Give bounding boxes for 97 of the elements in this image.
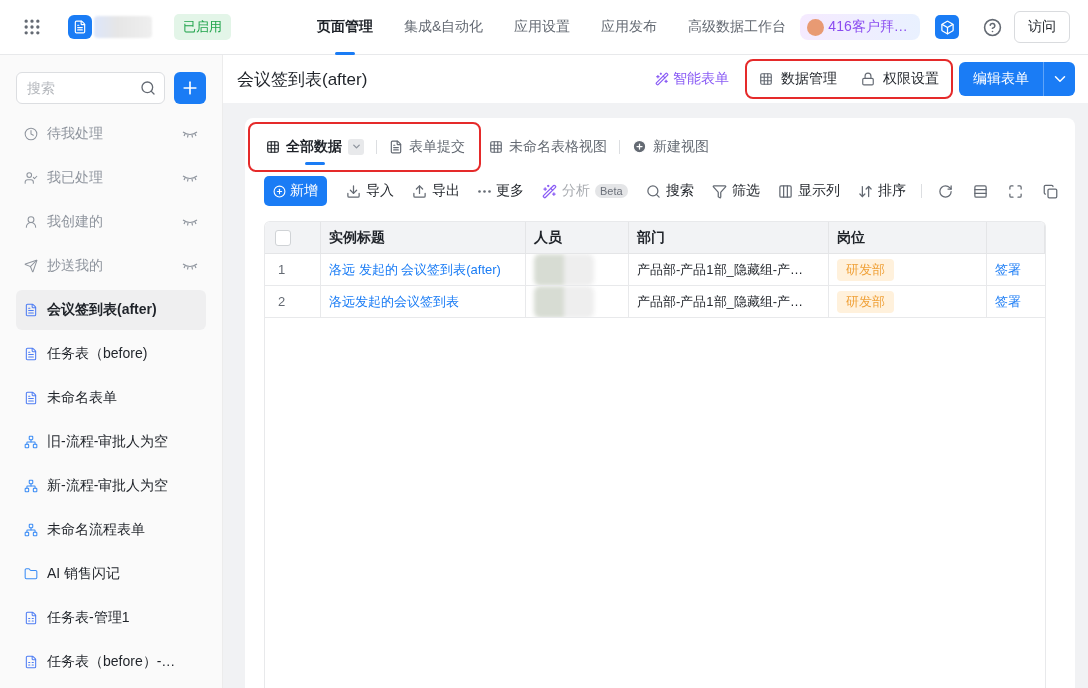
nav-tab[interactable]: 应用发布 [601, 0, 658, 55]
filter-icon [711, 183, 727, 199]
row-number: 1 [278, 262, 286, 277]
sidebar-item[interactable]: 会议签到表(after) [16, 290, 206, 330]
view-tab[interactable]: 未命名表格视图 [481, 126, 615, 167]
header-action-button[interactable]: 权限设置 [849, 61, 951, 97]
select-all-checkbox[interactable] [275, 229, 291, 246]
edit-form-button[interactable]: 编辑表单 [959, 62, 1043, 96]
avatar [807, 18, 825, 36]
toolbar-button[interactable]: 导入 [339, 176, 401, 206]
search-icon [140, 80, 156, 96]
download-icon [346, 183, 361, 199]
workspace-badge[interactable]: 416客户拜… [800, 14, 920, 40]
nav-tab[interactable]: 应用设置 [514, 0, 571, 55]
magic-wand-icon [542, 183, 557, 199]
closed-eye-icon[interactable] [182, 218, 198, 226]
add-button[interactable] [174, 72, 206, 104]
report-icon [24, 611, 38, 625]
smart-form-link[interactable]: 智能表单 [655, 70, 729, 88]
column-header: 人员 [526, 222, 629, 254]
cube-icon[interactable] [935, 15, 959, 39]
position-tag: 研发部 [837, 258, 894, 281]
folder-icon [24, 567, 38, 581]
department-text: 产品部-产品1部_隐藏组-产… [637, 292, 804, 311]
flowchart-icon [24, 435, 38, 449]
lock-icon [861, 72, 875, 86]
columns-icon [777, 183, 793, 199]
column-header: 部门 [629, 222, 829, 254]
document-icon [24, 391, 38, 405]
blurred-person [534, 286, 594, 317]
toolbar-button[interactable]: 筛选 [704, 176, 767, 206]
sidebar-item[interactable]: 任务表（before) [16, 334, 206, 374]
sort-icon [857, 183, 873, 199]
closed-eye-icon[interactable] [182, 262, 198, 270]
apps-grid-icon[interactable] [22, 17, 42, 37]
sign-link[interactable]: 签署 [995, 260, 1021, 279]
document-icon [389, 139, 403, 154]
flowchart-icon [24, 523, 38, 537]
visit-button[interactable]: 访问 [1014, 11, 1070, 43]
sidebar-item[interactable]: 新-流程-审批人为空 [16, 466, 206, 506]
clock-icon [24, 127, 38, 141]
nav-tab[interactable]: 高级数据工作台 [688, 0, 787, 55]
toolbar-button[interactable]: 导出 [405, 176, 467, 206]
plus-circle-icon [273, 184, 286, 198]
user-icon [24, 215, 38, 229]
sign-link[interactable]: 签署 [995, 292, 1021, 311]
nav-tab[interactable]: 页面管理 [317, 0, 373, 55]
blurred-app-name [94, 16, 152, 38]
upload-icon [412, 183, 427, 199]
paper-plane-icon [24, 259, 38, 273]
closed-eye-icon[interactable] [182, 130, 198, 138]
column-header: 岗位 [829, 222, 987, 254]
record-link[interactable]: 洛远 发起的 会议签到表(after) [329, 260, 501, 279]
dropdown-icon[interactable] [348, 138, 364, 155]
document-icon [24, 347, 38, 361]
record-link[interactable]: 洛远发起的会议签到表 [329, 292, 459, 311]
report-icon [24, 655, 38, 669]
search-input[interactable]: 搜索 [25, 79, 140, 97]
view-tab[interactable]: 全部数据 [258, 126, 372, 167]
column-header: 实例标题 [321, 222, 526, 254]
table-icon [266, 139, 280, 154]
toolbar-button[interactable]: 排序 [850, 176, 913, 206]
department-text: 产品部-产品1部_隐藏组-产… [637, 260, 804, 279]
beta-badge: Beta [595, 184, 628, 198]
flowchart-icon [24, 479, 38, 493]
view-tab[interactable]: 表单提交 [381, 126, 473, 167]
help-icon[interactable] [983, 17, 1002, 37]
position-tag: 研发部 [837, 290, 894, 313]
header-action-button[interactable]: 数据管理 [747, 61, 849, 97]
new-view-button[interactable]: 新建视图 [624, 126, 717, 167]
sidebar-item[interactable]: 旧-流程-审批人为空 [16, 422, 206, 462]
sidebar-item[interactable]: 任务表（before）-… [16, 642, 206, 682]
plus-circle-icon [632, 139, 647, 154]
sidebar-item[interactable]: 未命名流程表单 [16, 510, 206, 550]
status-badge: 已启用 [174, 14, 231, 40]
sidebar-item[interactable]: 未命名表单 [16, 378, 206, 418]
blurred-person [534, 254, 594, 285]
toolbar-button[interactable]: 显示列 [770, 176, 847, 206]
page-title: 会议签到表(after) [237, 68, 368, 91]
closed-eye-icon[interactable] [182, 174, 198, 182]
user-check-icon [24, 171, 38, 185]
edit-menu-button[interactable] [1043, 62, 1075, 96]
sidebar-item[interactable]: AI 销售闪记 [16, 554, 206, 594]
app-logo-icon [68, 15, 92, 39]
document-icon [24, 303, 38, 317]
row-number: 2 [278, 294, 286, 309]
search-icon [645, 183, 661, 199]
ellipsis-icon [478, 189, 491, 193]
nav-tab[interactable]: 集成&自动化 [404, 0, 484, 55]
magic-wand-icon [655, 72, 669, 86]
toolbar-button[interactable]: 搜索 [638, 176, 701, 206]
sidebar-item[interactable]: 任务表-管理1 [16, 598, 206, 638]
search-field[interactable]: 搜索 [16, 72, 165, 104]
toolbar-button[interactable]: 更多 [471, 176, 531, 206]
table-icon [759, 72, 773, 86]
table-icon [489, 139, 503, 154]
add-record-button[interactable]: 新增 [264, 176, 327, 206]
